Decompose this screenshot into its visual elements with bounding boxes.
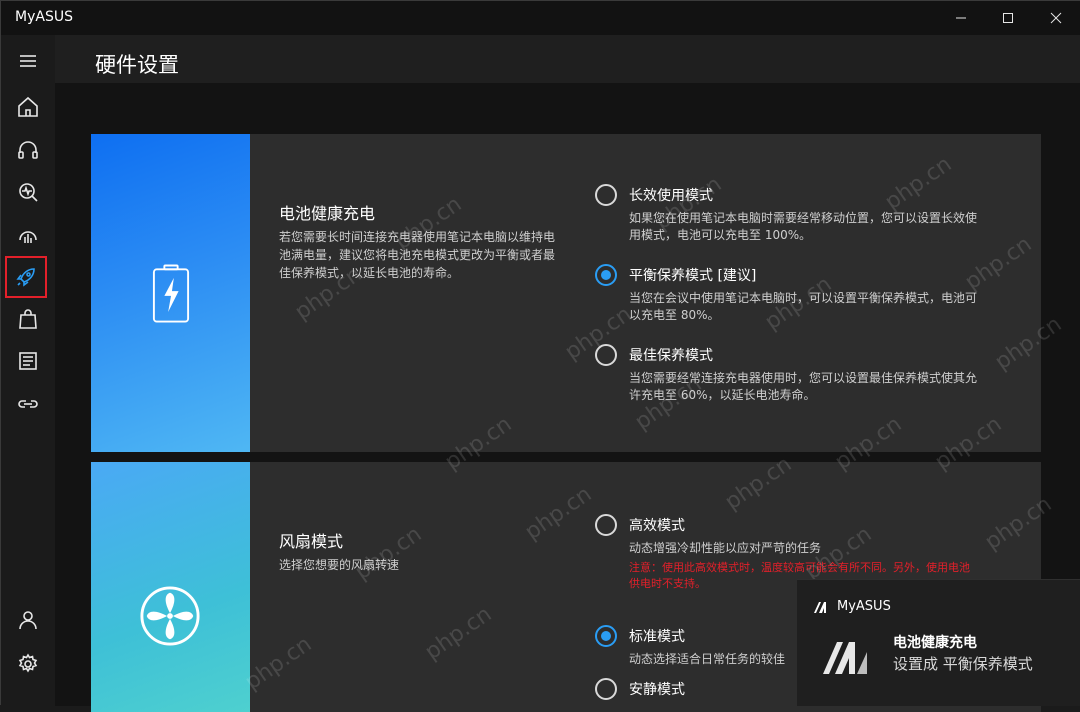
- radio-balanced[interactable]: [595, 264, 617, 286]
- bag-icon: [19, 309, 37, 329]
- rocket-icon: [16, 268, 35, 287]
- diagnostics-icon: [19, 183, 38, 202]
- radio-maxlife[interactable]: [595, 344, 617, 366]
- battery-icon: [152, 264, 190, 323]
- nav-link[interactable]: [7, 384, 49, 424]
- nav-home[interactable]: [7, 87, 49, 127]
- maximize-icon: [1003, 13, 1013, 23]
- window-title: MyASUS: [15, 9, 73, 25]
- battery-card: 电池健康充电 若您需要长时间连接充电器使用笔记本电脑以维持电池满电量，建议您将电…: [91, 134, 1041, 452]
- maximize-button[interactable]: [983, 1, 1033, 35]
- nav-store[interactable]: [7, 299, 49, 339]
- option-desc: 当您需要经常连接充电器使用时，您可以设置最佳保养模式使其允许充电至 60%，以延…: [629, 371, 978, 402]
- option-label: 最佳保养模式: [629, 348, 713, 364]
- option-label: 平衡保养模式 [建议]: [629, 268, 757, 284]
- nav-news[interactable]: [7, 341, 49, 381]
- page-header: 硬件设置: [55, 35, 1080, 83]
- minimize-icon: [956, 17, 966, 19]
- link-icon: [18, 400, 38, 408]
- fan-banner: [91, 462, 250, 712]
- user-icon: [19, 611, 37, 630]
- nav-system[interactable]: [7, 215, 49, 255]
- battery-description: 若您需要长时间连接充电器使用笔记本电脑以维持电池满电量，建议您将电池充电模式更改…: [279, 230, 556, 280]
- option-label: 高效模式: [629, 518, 685, 534]
- menu-icon: [20, 55, 36, 67]
- option-label: 安静模式: [629, 682, 685, 698]
- nav-settings[interactable]: [7, 644, 49, 684]
- radio-quiet[interactable]: [595, 678, 617, 700]
- fan-icon: [140, 586, 200, 646]
- minimize-button[interactable]: [936, 1, 986, 35]
- option-label: 标准模式: [629, 629, 685, 645]
- battery-banner: [91, 134, 250, 452]
- toast-body: 设置成 平衡保养模式: [893, 655, 1033, 673]
- fan-description: 选择您想要的风扇转速: [279, 558, 400, 572]
- battery-title: 电池健康充电: [279, 204, 376, 223]
- menu-button[interactable]: [7, 41, 49, 81]
- radio-standard[interactable]: [595, 625, 617, 647]
- nav-rail: [1, 35, 55, 706]
- nav-diagnostics[interactable]: [7, 172, 49, 212]
- toast-title: 电池健康充电: [893, 635, 977, 651]
- nav-support[interactable]: [7, 130, 49, 170]
- notification-toast[interactable]: MyASUS 电池健康充电 设置成 平衡保养模式: [797, 579, 1080, 706]
- close-icon: [1050, 12, 1062, 24]
- fan-title: 风扇模式: [279, 532, 344, 551]
- asus-logo-icon: [814, 602, 826, 613]
- system-icon: [19, 231, 37, 243]
- option-desc: 动态增强冷却性能以应对严苛的任务: [629, 541, 822, 555]
- nav-hardware-settings[interactable]: [5, 256, 47, 298]
- toast-app-name: MyASUS: [837, 599, 891, 614]
- news-icon: [19, 352, 37, 370]
- radio-longlife[interactable]: [595, 184, 617, 206]
- app-window: MyASUS 硬件设置 电池健康充电 若您需要长时间连接充电器使用笔记本电脑以维…: [0, 0, 1080, 712]
- option-desc: 当您在会议中使用笔记本电脑时，可以设置平衡保养模式，电池可以充电至 80%。: [629, 291, 978, 322]
- gear-icon: [18, 653, 38, 673]
- radio-performance[interactable]: [595, 514, 617, 536]
- headset-icon: [18, 141, 38, 159]
- close-button[interactable]: [1031, 1, 1080, 35]
- home-icon: [18, 96, 38, 117]
- option-label: 长效使用模式: [629, 188, 713, 204]
- page-title: 硬件设置: [95, 53, 179, 77]
- option-desc: 如果您在使用笔记本电脑时需要经常移动位置，您可以设置长效使用模式，电池可以充电至…: [629, 211, 978, 242]
- title-bar[interactable]: MyASUS: [1, 1, 1080, 35]
- nav-account[interactable]: [7, 600, 49, 640]
- asus-logo-icon: [823, 642, 867, 674]
